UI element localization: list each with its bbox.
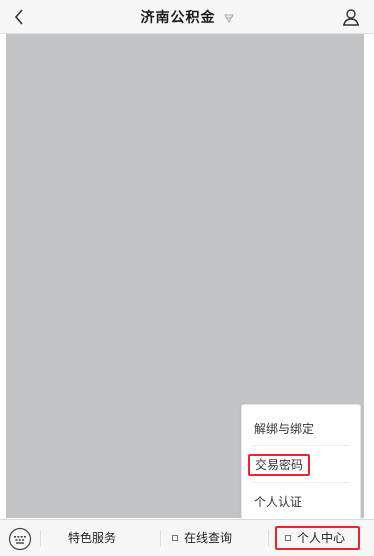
user-icon[interactable] — [340, 6, 362, 28]
menu-item-unbind-bind[interactable]: 解绑与绑定 — [254, 415, 314, 443]
bottom-menu-bar: 特色服务 在线查询 个人中心 — [0, 519, 374, 556]
header-bar: 济南公积金 — [0, 0, 374, 34]
tab-personal-center-label: 个人中心 — [297, 531, 346, 545]
tab-separator — [40, 530, 41, 546]
menu-divider — [252, 445, 350, 446]
tab-separator — [268, 530, 269, 546]
menu-item-transaction-password[interactable]: 交易密码 — [248, 454, 311, 476]
tab-online-query[interactable]: 在线查询 — [172, 520, 232, 556]
title-wrap: 济南公积金 — [0, 0, 374, 34]
tab-online-query-label: 在线查询 — [184, 531, 233, 545]
menu-dot-icon — [172, 534, 178, 541]
page-title: 济南公积金 — [140, 10, 216, 26]
verified-icon — [223, 14, 234, 23]
menu-dot-icon — [285, 534, 291, 541]
tab-featured-services[interactable]: 特色服务 — [68, 520, 116, 556]
tab-personal-center[interactable]: 个人中心 — [275, 526, 360, 550]
menu-divider — [252, 482, 350, 483]
personal-center-popup-menu: 解绑与绑定 交易密码 个人认证 — [241, 404, 361, 520]
keyboard-icon[interactable] — [8, 527, 32, 551]
menu-item-personal-verification[interactable]: 个人认证 — [254, 488, 302, 516]
tab-separator — [160, 530, 161, 546]
